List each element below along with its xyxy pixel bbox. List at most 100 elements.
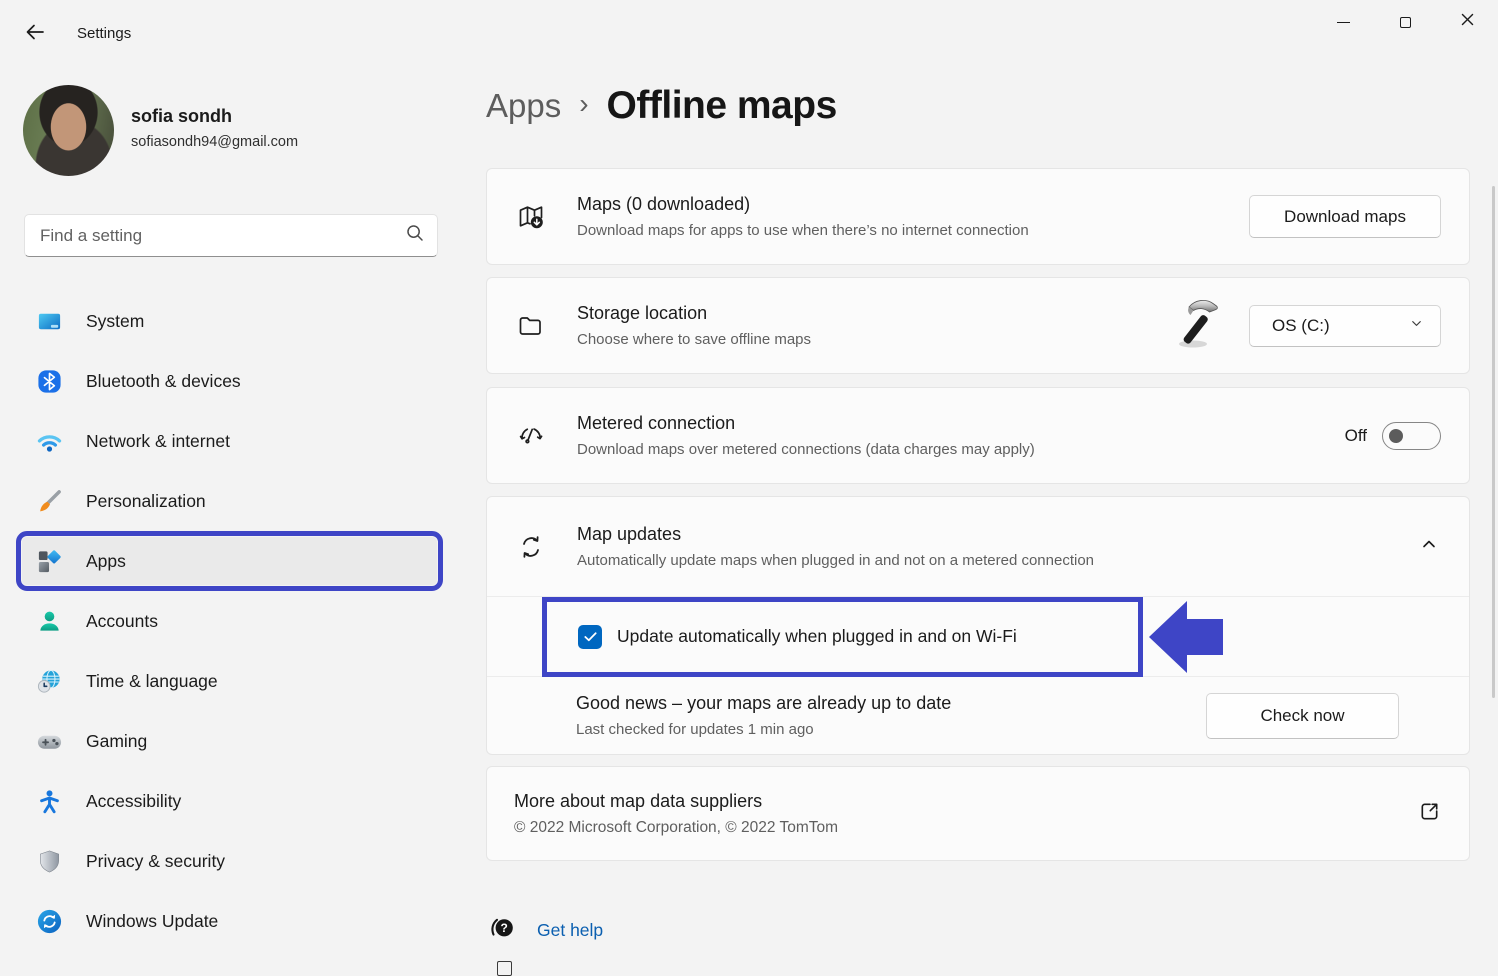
suppliers-copyright: © 2022 Microsoft Corporation, © 2022 Tom… [514,819,1418,837]
back-button[interactable] [20,20,50,48]
metered-connection-card: Metered connection Download maps over me… [486,387,1470,484]
map-updates-title: Map updates [577,524,1419,545]
minimize-icon [1337,22,1350,23]
update-status-title: Good news – your maps are already up to … [576,693,1206,714]
map-updates-header[interactable]: Map updates Automatically update maps wh… [487,497,1469,597]
close-icon [1461,13,1474,31]
breadcrumb: Apps › Offline maps [486,84,837,128]
time-language-icon [36,668,63,695]
bluetooth-icon [36,368,63,395]
metered-toggle[interactable] [1382,422,1441,450]
windows-update-icon [36,908,63,935]
update-status-subtitle: Last checked for updates 1 min ago [576,721,1206,738]
breadcrumb-separator-icon: › [579,88,588,120]
sidebar-item-label: Gaming [86,731,147,752]
metered-toggle-state: Off [1345,426,1367,446]
external-link-icon[interactable] [1418,800,1441,828]
sidebar-item-bluetooth-devices[interactable]: Bluetooth & devices [22,357,437,405]
get-help-link[interactable]: ? Get help [489,914,603,946]
toggle-knob [1389,429,1403,443]
search-box[interactable] [24,214,438,257]
window-controls [1312,0,1498,44]
sync-icon [516,532,546,562]
avatar[interactable] [23,85,114,176]
map-updates-subtitle: Automatically update maps when plugged i… [577,552,1419,569]
gaming-icon [36,728,63,755]
folder-icon [516,311,546,341]
maximize-button[interactable] [1374,0,1436,44]
close-button[interactable] [1436,0,1498,44]
storage-drive-select[interactable]: OS (C:) [1249,305,1441,347]
sidebar-item-windows-update[interactable]: Windows Update [22,897,437,945]
sidebar-item-label: Time & language [86,671,218,692]
minimize-button[interactable] [1312,0,1374,44]
system-icon [36,308,63,335]
offline-map-icon [516,202,546,232]
annotation-highlight-box: Update automatically when plugged in and… [542,597,1143,677]
sidebar-item-label: System [86,311,144,332]
user-name: sofia sondh [131,106,232,127]
search-icon [405,223,425,248]
breadcrumb-apps-link[interactable]: Apps [486,87,561,125]
user-email: sofiasondh94@gmail.com [131,134,298,150]
back-arrow-icon [23,20,47,49]
checkmark-icon [583,629,598,644]
storage-drive-value: OS (C:) [1272,316,1330,336]
sidebar-item-network-internet[interactable]: Network & internet [22,417,437,465]
storage-location-card: Storage location Choose where to save of… [486,277,1470,374]
update-auto-checkbox-label[interactable]: Update automatically when plugged in and… [617,626,1017,647]
download-maps-button[interactable]: Download maps [1249,195,1441,238]
personalization-icon [36,488,63,515]
sidebar-item-time-language[interactable]: Time & language [22,657,437,705]
map-updates-card: Map updates Automatically update maps wh… [486,496,1470,755]
sidebar-item-system[interactable]: System [22,297,437,345]
apps-icon [36,548,63,575]
sidebar-item-label: Windows Update [86,911,218,932]
sidebar-item-label: Apps [86,551,126,572]
sidebar-nav: System Bluetooth & devices Network & int… [22,297,437,957]
search-input[interactable] [40,226,405,246]
sidebar-item-privacy-security[interactable]: Privacy & security [22,837,437,885]
gauge-icon [516,421,546,451]
maps-title: Maps (0 downloaded) [577,194,1249,215]
give-feedback-icon[interactable] [497,961,512,976]
vertical-scrollbar[interactable] [1492,186,1495,698]
svg-text:?: ? [501,921,508,935]
sidebar-item-label: Personalization [86,491,206,512]
sidebar-item-gaming[interactable]: Gaming [22,717,437,765]
sidebar-item-label: Accessibility [86,791,181,812]
suppliers-card[interactable]: More about map data suppliers © 2022 Mic… [486,766,1470,861]
sidebar-item-apps[interactable]: Apps [22,537,437,585]
sidebar-item-label: Bluetooth & devices [86,371,241,392]
update-auto-row: Update automatically when plugged in and… [487,597,1469,677]
hammer-cursor-image [1172,296,1222,355]
metered-subtitle: Download maps over metered connections (… [577,441,1345,458]
accounts-icon [36,608,63,635]
check-now-button[interactable]: Check now [1206,693,1399,739]
sidebar-item-accessibility[interactable]: Accessibility [22,777,437,825]
accessibility-icon [36,788,63,815]
update-auto-checkbox[interactable] [578,625,602,649]
chevron-down-icon [1409,316,1424,336]
sidebar-item-label: Accounts [86,611,158,632]
maximize-icon [1400,17,1411,28]
maps-subtitle: Download maps for apps to use when there… [577,222,1249,239]
network-icon [36,428,63,455]
settings-window: { "titlebar": { "title": "Settings" }, "… [0,0,1498,970]
chevron-up-icon[interactable] [1419,534,1439,559]
sidebar-item-personalization[interactable]: Personalization [22,477,437,525]
sidebar-item-label: Network & internet [86,431,230,452]
maps-card: Maps (0 downloaded) Download maps for ap… [486,168,1470,265]
suppliers-title: More about map data suppliers [514,791,1418,812]
window-title: Settings [77,25,131,42]
update-status-row: Good news – your maps are already up to … [487,677,1469,754]
metered-title: Metered connection [577,413,1345,434]
sidebar-item-label: Privacy & security [86,851,225,872]
help-question-icon: ? [489,914,516,946]
page-title: Offline maps [607,84,837,128]
get-help-label: Get help [537,920,603,941]
sidebar-item-accounts[interactable]: Accounts [22,597,437,645]
privacy-icon [36,848,63,875]
storage-subtitle: Choose where to save offline maps [577,331,1172,348]
annotation-arrow-icon [1149,601,1223,673]
